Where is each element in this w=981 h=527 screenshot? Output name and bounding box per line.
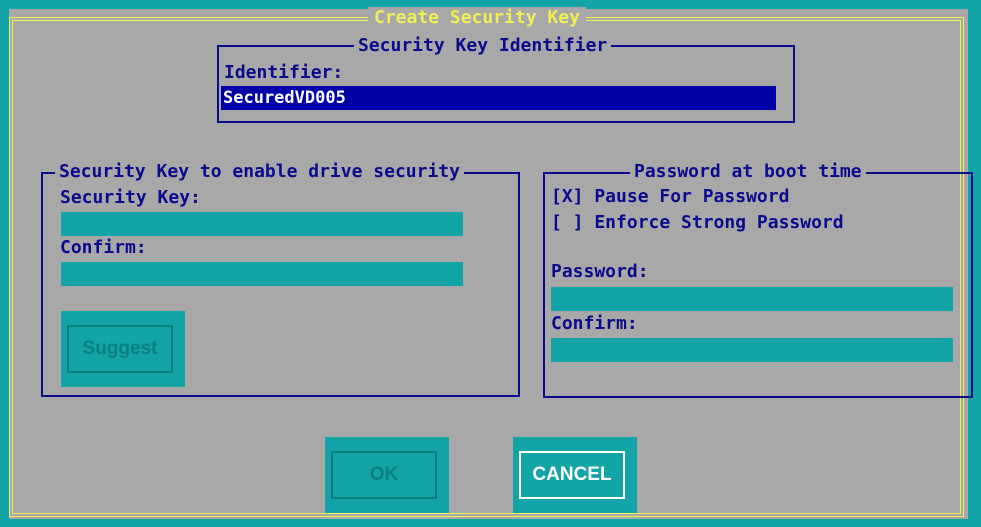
suggest-button[interactable]: Suggest <box>61 311 185 387</box>
cancel-button-label: CANCEL <box>519 451 625 499</box>
cancel-button[interactable]: CANCEL <box>513 437 637 513</box>
identifier-field[interactable]: SecuredVD005 <box>221 86 776 110</box>
security-key-confirm-label: Confirm: <box>60 237 147 258</box>
identifier-group-legend: Security Key Identifier <box>354 35 612 57</box>
boot-password-input[interactable] <box>551 287 953 311</box>
ok-button-label: OK <box>331 451 437 499</box>
screen-border-left <box>0 0 9 527</box>
boot-password-confirm-input[interactable] <box>551 338 953 362</box>
suggest-button-label: Suggest <box>67 325 173 373</box>
enforce-strong-password-checkbox[interactable]: [ ] Enforce Strong Password <box>551 212 844 234</box>
boot-password-label: Password: <box>551 261 649 282</box>
security-key-group-legend: Security Key to enable drive security <box>55 161 464 183</box>
ok-button[interactable]: OK <box>325 437 449 513</box>
screen-border-bottom <box>0 519 981 527</box>
boot-password-confirm-label: Confirm: <box>551 313 638 334</box>
security-key-input[interactable] <box>61 212 463 236</box>
security-key-confirm-input[interactable] <box>61 262 463 286</box>
identifier-value: SecuredVD005 <box>223 88 346 108</box>
boot-password-group-legend: Password at boot time <box>630 161 866 183</box>
security-key-label: Security Key: <box>60 187 201 208</box>
identifier-label: Identifier: <box>224 62 344 83</box>
pause-for-password-checkbox[interactable]: [X] Pause For Password <box>551 186 789 208</box>
dialog-title: Create Security Key <box>368 7 586 29</box>
